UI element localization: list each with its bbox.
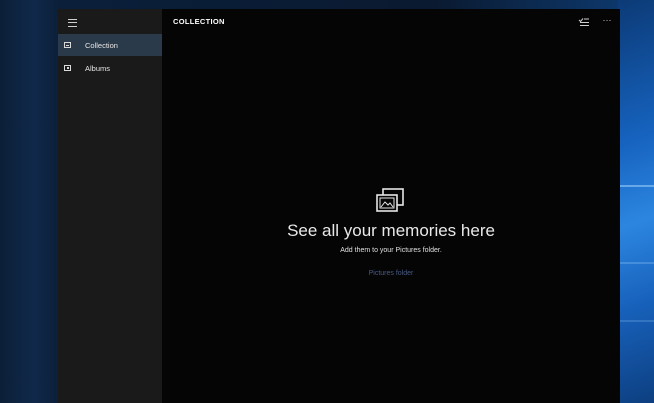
empty-state-subtitle: Add them to your Pictures folder. — [340, 247, 442, 254]
main-content: See all your memories here Add them to y… — [162, 33, 620, 403]
wallpaper-light-beam — [618, 262, 654, 264]
pictures-folder-link[interactable]: Pictures folder — [162, 270, 620, 277]
sidebar: Collection Albums — [58, 9, 162, 403]
sidebar-item-albums[interactable]: Albums — [58, 57, 162, 79]
albums-icon — [64, 65, 71, 71]
select-items-icon[interactable] — [578, 15, 590, 27]
top-bar: COLLECTION ··· — [162, 9, 620, 33]
wallpaper-light-beam — [618, 185, 654, 187]
sidebar-item-label: Albums — [85, 63, 111, 73]
hamburger-menu-icon[interactable] — [64, 15, 80, 31]
more-options-button[interactable]: ··· — [600, 14, 614, 26]
sidebar-item-collection[interactable]: Collection — [58, 34, 162, 56]
photos-icon — [375, 187, 405, 215]
empty-state-title: See all your memories here — [287, 221, 495, 240]
desktop-wallpaper-right — [618, 0, 654, 403]
photos-app-window: Collection Albums COLLECTION ··· See all… — [58, 9, 620, 403]
wallpaper-light-beam — [618, 320, 654, 322]
page-title: COLLECTION — [173, 17, 225, 26]
desktop-wallpaper-left — [0, 0, 58, 403]
sidebar-item-label: Collection — [85, 40, 118, 50]
collection-icon — [64, 42, 71, 48]
